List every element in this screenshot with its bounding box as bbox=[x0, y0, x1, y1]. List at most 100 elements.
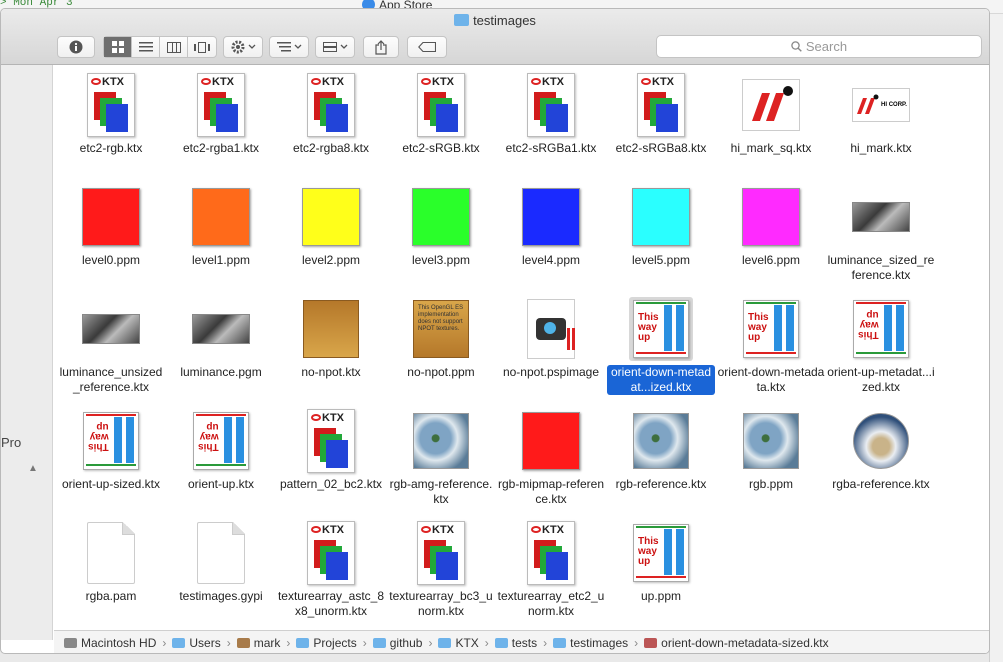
file-name-label[interactable]: texturearray_etc2_unorm.ktx bbox=[497, 589, 605, 619]
file-thumbnail[interactable] bbox=[849, 185, 913, 249]
file-item[interactable]: level1.ppm bbox=[166, 185, 276, 269]
file-name-label[interactable]: no-npot.ppm bbox=[407, 365, 474, 380]
info-button[interactable] bbox=[57, 36, 95, 58]
file-name-label[interactable]: rgba.pam bbox=[86, 589, 137, 604]
tags-button[interactable] bbox=[407, 36, 447, 58]
file-thumbnail[interactable]: This way up bbox=[629, 521, 693, 585]
file-name-label[interactable]: up.ppm bbox=[641, 589, 681, 604]
file-item[interactable]: testimages.gypi bbox=[166, 521, 276, 605]
file-item[interactable]: This way up orient-up-sized.ktx bbox=[56, 409, 166, 493]
file-thumbnail[interactable] bbox=[299, 185, 363, 249]
file-name-label[interactable]: hi_mark_sq.ktx bbox=[731, 141, 812, 156]
path-segment[interactable]: github bbox=[372, 631, 422, 653]
file-item[interactable]: level6.ppm bbox=[716, 185, 826, 269]
action-menu-button[interactable] bbox=[223, 36, 263, 58]
file-item[interactable]: This way up orient-up-metadat...ized.ktx bbox=[826, 297, 936, 396]
file-item[interactable]: KTX etc2-sRGBa1.ktx bbox=[496, 73, 606, 157]
file-thumbnail[interactable]: HI CORP. bbox=[849, 73, 913, 137]
file-thumbnail[interactable] bbox=[739, 185, 803, 249]
icon-view-button[interactable] bbox=[104, 37, 132, 57]
path-segment[interactable]: testimages bbox=[553, 631, 628, 653]
sidebar-device-label[interactable]: Pro bbox=[1, 435, 21, 450]
file-name-label[interactable]: level4.ppm bbox=[522, 253, 580, 268]
share-button[interactable] bbox=[363, 36, 399, 58]
file-item[interactable]: KTX etc2-sRGB.ktx bbox=[386, 73, 496, 157]
file-item[interactable]: level2.ppm bbox=[276, 185, 386, 269]
file-name-label[interactable]: etc2-sRGBa1.ktx bbox=[506, 141, 597, 156]
file-thumbnail[interactable] bbox=[189, 521, 253, 585]
file-item[interactable]: HI CORP. hi_mark.ktx bbox=[826, 73, 936, 157]
arrange-menu-button[interactable] bbox=[269, 36, 309, 58]
file-name-label[interactable]: luminance_unsized_reference.ktx bbox=[57, 365, 165, 395]
file-item[interactable]: hi_mark_sq.ktx bbox=[716, 73, 826, 157]
file-thumbnail[interactable]: KTX bbox=[79, 73, 143, 137]
file-thumbnail[interactable]: KTX bbox=[299, 73, 363, 137]
file-item[interactable]: KTX texturearray_bc3_unorm.ktx bbox=[386, 521, 496, 620]
file-thumbnail[interactable]: This way up bbox=[739, 297, 803, 361]
file-item[interactable]: rgb-mipmap-reference.ktx bbox=[496, 409, 606, 508]
file-name-label[interactable]: etc2-sRGBa8.ktx bbox=[616, 141, 707, 156]
file-thumbnail[interactable]: KTX bbox=[189, 73, 253, 137]
file-thumbnail[interactable] bbox=[629, 185, 693, 249]
file-name-label[interactable]: level3.ppm bbox=[412, 253, 470, 268]
file-thumbnail[interactable] bbox=[739, 73, 803, 137]
file-thumbnail[interactable] bbox=[519, 297, 583, 361]
file-name-label[interactable]: testimages.gypi bbox=[179, 589, 262, 604]
file-item[interactable]: KTX texturearray_etc2_unorm.ktx bbox=[496, 521, 606, 620]
file-thumbnail[interactable]: KTX bbox=[409, 73, 473, 137]
file-item[interactable]: rgb-reference.ktx bbox=[606, 409, 716, 493]
file-name-label[interactable]: rgb-amg-reference.ktx bbox=[387, 477, 495, 507]
file-name-label[interactable]: orient-down-metadata.ktx bbox=[717, 365, 825, 395]
file-name-label[interactable]: texturearray_astc_8x8_unorm.ktx bbox=[277, 589, 385, 619]
path-segment[interactable]: Macintosh HD bbox=[64, 631, 156, 653]
file-name-label[interactable]: orient-down-metadat...ized.ktx bbox=[607, 365, 715, 395]
column-view-button[interactable] bbox=[160, 37, 188, 57]
file-item[interactable]: KTX texturearray_astc_8x8_unorm.ktx bbox=[276, 521, 386, 620]
eject-icon[interactable]: ▲ bbox=[28, 463, 38, 474]
file-item[interactable]: luminance_sized_reference.ktx bbox=[826, 185, 936, 284]
file-name-label[interactable]: pattern_02_bc2.ktx bbox=[280, 477, 382, 492]
file-name-label[interactable]: level0.ppm bbox=[82, 253, 140, 268]
file-thumbnail[interactable] bbox=[519, 185, 583, 249]
file-item[interactable]: rgb.ppm bbox=[716, 409, 826, 493]
file-name-label[interactable]: luminance.pgm bbox=[180, 365, 261, 380]
path-segment[interactable]: Users bbox=[172, 631, 221, 653]
file-name-label[interactable]: etc2-rgba8.ktx bbox=[293, 141, 369, 156]
file-name-label[interactable]: no-npot.ktx bbox=[301, 365, 360, 380]
cover-flow-button[interactable] bbox=[188, 37, 216, 57]
file-name-label[interactable]: hi_mark.ktx bbox=[850, 141, 911, 156]
file-thumbnail[interactable] bbox=[849, 409, 913, 473]
file-name-label[interactable]: orient-up-metadat...ized.ktx bbox=[827, 365, 935, 395]
file-thumbnail[interactable]: This OpenGL ES implementation does not s… bbox=[409, 297, 473, 361]
list-view-button[interactable] bbox=[132, 37, 160, 57]
file-item[interactable]: KTX etc2-rgb.ktx bbox=[56, 73, 166, 157]
file-name-label[interactable]: rgba-reference.ktx bbox=[832, 477, 929, 492]
path-segment[interactable]: Projects bbox=[296, 631, 357, 653]
file-thumbnail[interactable]: KTX bbox=[629, 73, 693, 137]
file-name-label[interactable]: rgb-reference.ktx bbox=[616, 477, 707, 492]
file-item[interactable]: level4.ppm bbox=[496, 185, 606, 269]
file-name-label[interactable]: orient-up.ktx bbox=[188, 477, 254, 492]
file-item[interactable]: level0.ppm bbox=[56, 185, 166, 269]
file-thumbnail[interactable]: KTX bbox=[299, 521, 363, 585]
path-segment[interactable]: orient-down-metadata-sized.ktx bbox=[644, 631, 829, 653]
file-thumbnail[interactable] bbox=[739, 409, 803, 473]
file-thumbnail[interactable] bbox=[409, 185, 473, 249]
file-thumbnail[interactable] bbox=[79, 521, 143, 585]
file-thumbnail[interactable]: KTX bbox=[519, 521, 583, 585]
path-segment[interactable]: mark bbox=[236, 631, 280, 653]
file-thumbnail[interactable] bbox=[519, 409, 583, 473]
file-name-label[interactable]: etc2-sRGB.ktx bbox=[402, 141, 479, 156]
file-name-label[interactable]: etc2-rgba1.ktx bbox=[183, 141, 259, 156]
search-field[interactable]: Search bbox=[656, 35, 982, 58]
file-item[interactable]: KTX etc2-rgba1.ktx bbox=[166, 73, 276, 157]
file-item[interactable]: rgba.pam bbox=[56, 521, 166, 605]
path-segment[interactable]: tests bbox=[494, 631, 537, 653]
file-thumbnail[interactable] bbox=[79, 185, 143, 249]
file-item[interactable]: rgb-amg-reference.ktx bbox=[386, 409, 496, 508]
path-segment[interactable]: KTX bbox=[438, 631, 479, 653]
file-thumbnail[interactable]: KTX bbox=[409, 521, 473, 585]
file-item[interactable]: luminance_unsized_reference.ktx bbox=[56, 297, 166, 396]
file-item[interactable]: This way up orient-up.ktx bbox=[166, 409, 276, 493]
file-name-label[interactable]: no-npot.pspimage bbox=[503, 365, 599, 380]
